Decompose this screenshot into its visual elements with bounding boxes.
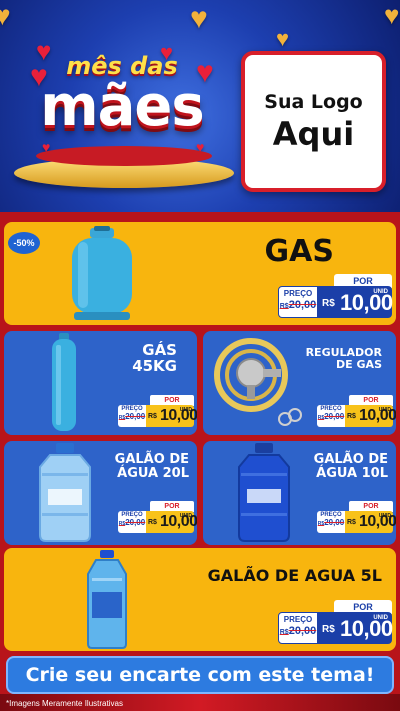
header-banner: ♥ ♥ ♥ ♥ ♥ ♥ ♥ ♥ ♥ ♥ mês das mães Sua Log… [0,0,400,212]
new-price-box: R$ 10,00 UNID [146,511,197,533]
old-price-box: PREÇO R$20,00 [118,405,146,427]
product-title-text: GALÃO DE ÁGUA 20L [114,452,189,481]
old-price-value: 20,00 [288,299,317,311]
unit-label: UNID [378,407,391,413]
old-price-value: 20,00 [324,518,345,527]
price-tag: POR PREÇO R$20,00 R$ 10,00 UNID [278,274,393,322]
heart-icon: ♥ [190,2,208,35]
product-card-regulador[interactable]: REGULADOR DE GAS POR PREÇO R$20,00 R$ 10… [203,331,396,435]
product-title: GÁS 45KG [97,341,177,375]
price-tag: POR PREÇO R$20,00 R$ 10,00 UNID [118,395,197,429]
old-price-box: PREÇO R$20,00 [278,612,318,644]
preco-label: PREÇO [283,289,313,298]
old-price: R$20,00 [118,412,146,421]
discount-badge: -50% [8,232,40,254]
gas-cylinder-icon [72,226,132,320]
heart-icon: ♥ [276,26,290,51]
water-jug-icon [39,443,91,542]
product-card-galao-5l[interactable]: GALÃO DE AGUA 5L POR PREÇO R$20,00 R$ 10… [4,548,396,651]
logo-placeholder[interactable]: Sua Logo Aqui [241,51,386,192]
currency: R$ [347,519,356,526]
product-card-gas[interactable]: GAS POR PREÇO R$20,00 R$ 10,00 UNID [4,222,396,325]
product-title: GAS [264,234,334,269]
currency: R$ [148,413,157,420]
currency: R$ [347,413,356,420]
old-price-currency: R$ [279,303,289,310]
water-jug-icon [238,443,290,542]
unit-label: UNID [378,513,391,519]
product-title: GALÃO DE ÁGUA 20L [109,453,189,480]
logo-text-line2: Aqui [272,114,355,153]
price-tag: POR PREÇO R$20,00 R$ 10,00 UNID [278,600,393,648]
product-title-text: GALÃO DE ÁGUA 10L [313,452,388,481]
old-price-currency: R$ [279,629,289,636]
old-price-value: 20,00 [324,412,345,421]
product-title: REGULADOR DE GAS [302,347,382,370]
old-price-value: 20,00 [288,625,317,637]
preco-label: PREÇO [283,615,313,624]
new-price-box: R$ 10,00 UNID [318,612,393,644]
heart-icon: ♥ [384,0,400,30]
product-title: GALÃO DE ÁGUA 10L [308,453,388,480]
price-tag: POR PREÇO R$20,00 R$ 10,00 UNID [317,501,396,535]
old-price: R$20,00 [279,299,317,311]
old-price-box: PREÇO R$20,00 [317,511,345,533]
unit-label: UNID [179,407,192,413]
unit-label: UNID [179,513,192,519]
footnote: *Imagens Meramente Ilustrativas [6,699,123,708]
price-tag: POR PREÇO R$20,00 R$ 10,00 UNID [118,501,197,535]
product-card-gas-45kg[interactable]: GÁS 45KG POR PREÇO R$20,00 R$ 10,00 UNID [4,331,197,435]
tall-cylinder-icon [52,333,76,431]
logo-text-line1: Sua Logo [264,90,363,113]
old-price-box: PREÇO R$20,00 [278,286,318,318]
new-price-box: R$ 10,00 UNID [345,405,396,427]
unit-label: UNID [373,289,388,295]
old-price: R$20,00 [317,412,345,421]
water-bottle-icon [87,550,127,649]
unit-label: UNID [373,615,388,621]
price-tag: POR PREÇO R$20,00 R$ 10,00 UNID [317,395,396,429]
product-card-galao-20l[interactable]: GALÃO DE ÁGUA 20L POR PREÇO R$20,00 R$ 1… [4,441,197,545]
heart-icon: ♥ [0,0,11,31]
pedestal-top [36,146,212,166]
currency: R$ [148,519,157,526]
old-price: R$20,00 [279,625,317,637]
title-maes: mães [40,74,204,139]
currency: R$ [322,624,335,635]
product-title: GALÃO DE AGUA 5L [207,566,382,585]
old-price: R$20,00 [317,518,345,527]
old-price-box: PREÇO R$20,00 [317,405,345,427]
old-price-value: 20,00 [125,412,146,421]
gas-regulator-icon [214,338,302,426]
new-price-box: R$ 10,00 UNID [146,405,197,427]
product-card-galao-10l[interactable]: GALÃO DE ÁGUA 10L POR PREÇO R$20,00 R$ 1… [203,441,396,545]
old-price-value: 20,00 [125,518,146,527]
currency: R$ [322,298,335,309]
old-price-box: PREÇO R$20,00 [118,511,146,533]
product-title-text: GÁS 45KG [132,341,177,375]
product-title-text: REGULADOR DE GAS [305,346,382,371]
new-price-box: R$ 10,00 UNID [318,286,393,318]
cta-banner[interactable]: Crie seu encarte com este tema! [6,656,394,694]
old-price: R$20,00 [118,518,146,527]
new-price-box: R$ 10,00 UNID [345,511,396,533]
